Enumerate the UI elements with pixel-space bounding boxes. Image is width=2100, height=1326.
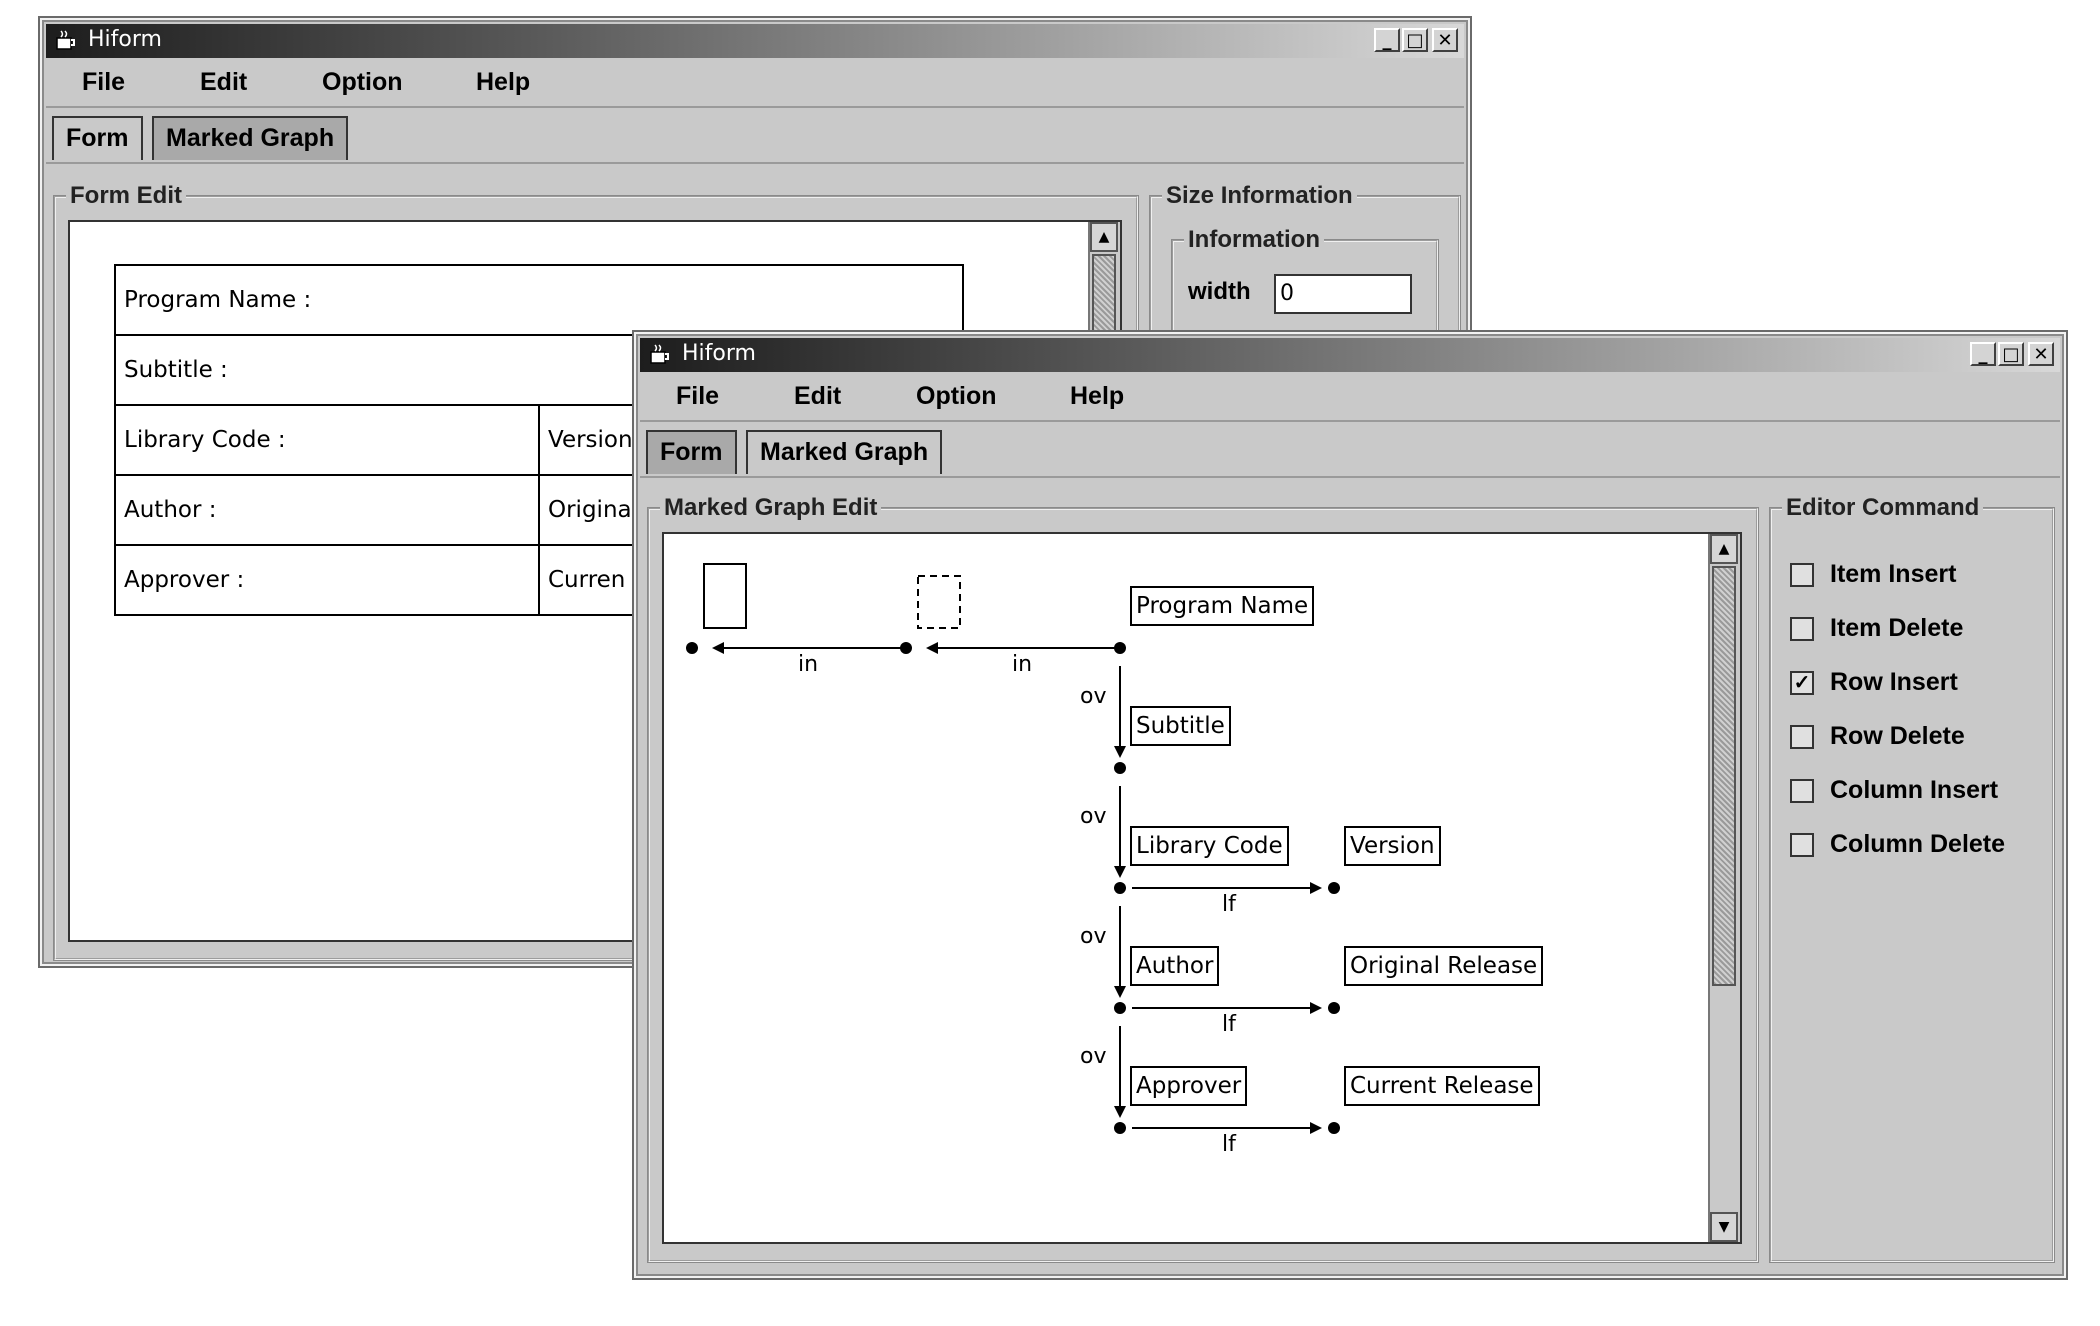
maximize-icon[interactable]: □ bbox=[1402, 28, 1428, 52]
edge-label-ov: ov bbox=[1080, 684, 1107, 709]
place-dot[interactable] bbox=[1328, 1122, 1340, 1134]
back-title-bar[interactable]: Hiform _ □ ✕ bbox=[46, 24, 1464, 58]
checkbox-label: Column Delete bbox=[1830, 830, 2006, 858]
node-subtitle[interactable]: Subtitle bbox=[1130, 706, 1231, 746]
node-current-release[interactable]: Current Release bbox=[1344, 1066, 1540, 1106]
close-icon[interactable]: ✕ bbox=[1432, 28, 1458, 52]
checkbox-label: Row Insert bbox=[1830, 668, 1958, 696]
editor-command-title: Editor Command bbox=[1782, 494, 1984, 522]
editor-command-group: Editor Command Item Insert Item Delete ✓… bbox=[1770, 494, 2054, 1262]
checkmark-icon[interactable]: ✓ bbox=[1790, 670, 1814, 695]
checkbox-label: Row Delete bbox=[1830, 722, 1965, 750]
maximize-icon[interactable]: □ bbox=[1998, 342, 2024, 366]
node-original-release[interactable]: Original Release bbox=[1344, 946, 1544, 986]
minimize-icon[interactable]: _ bbox=[1970, 342, 1996, 366]
item-placeholder-dashed[interactable] bbox=[917, 575, 961, 629]
node-library-code[interactable]: Library Code bbox=[1130, 826, 1289, 866]
menu-file[interactable]: File bbox=[82, 68, 125, 97]
checkbox-row-insert[interactable]: ✓ Row Insert bbox=[1790, 668, 1958, 697]
edge-label-lf: lf bbox=[1222, 1132, 1236, 1157]
menu-help[interactable]: Help bbox=[476, 68, 530, 97]
form-cell-program-name[interactable]: Program Name : bbox=[114, 264, 964, 336]
checkbox-column-insert[interactable]: Column Insert bbox=[1790, 776, 1998, 805]
graph-scrollbar[interactable]: ▲ ▼ bbox=[1708, 534, 1740, 1242]
checkbox-icon[interactable] bbox=[1790, 724, 1814, 749]
scroll-thumb[interactable] bbox=[1092, 254, 1116, 334]
back-tab-row: Form Marked Graph bbox=[46, 108, 1464, 164]
front-tab-row: Form Marked Graph bbox=[640, 422, 2060, 478]
menu-edit[interactable]: Edit bbox=[200, 68, 247, 97]
edge-label-ov: ov bbox=[1080, 1044, 1107, 1069]
place-dot[interactable] bbox=[1114, 882, 1126, 894]
place-dot[interactable] bbox=[1328, 1002, 1340, 1014]
back-window-title: Hiform bbox=[88, 27, 162, 52]
minimize-icon[interactable]: _ bbox=[1374, 28, 1400, 52]
place-dot[interactable] bbox=[900, 642, 912, 654]
checkbox-item-insert[interactable]: Item Insert bbox=[1790, 560, 1956, 589]
checkbox-icon[interactable] bbox=[1790, 832, 1814, 857]
graph-edges bbox=[686, 563, 1340, 1134]
edge-label-in: in bbox=[1012, 652, 1033, 677]
checkbox-icon[interactable] bbox=[1790, 778, 1814, 803]
front-title-bar[interactable]: Hiform _ □ ✕ bbox=[640, 338, 2060, 372]
form-cell-author[interactable]: Author : bbox=[114, 474, 540, 546]
checkbox-label: Item Insert bbox=[1830, 560, 1957, 588]
edge-label-ov: ov bbox=[1080, 924, 1107, 949]
table-row: Program Name : bbox=[114, 264, 964, 336]
size-information-title: Size Information bbox=[1162, 182, 1357, 210]
place-dot[interactable] bbox=[1114, 1122, 1126, 1134]
form-cell-library-code[interactable]: Library Code : bbox=[114, 404, 540, 476]
place-dot[interactable] bbox=[1328, 882, 1340, 894]
marked-graph-canvas[interactable]: Program Name Subtitle Library Code Versi… bbox=[662, 532, 1742, 1244]
edge-label-ov: ov bbox=[1080, 804, 1107, 829]
java-cup-icon bbox=[650, 344, 669, 364]
item-placeholder-solid[interactable] bbox=[703, 563, 747, 629]
menu-file[interactable]: File bbox=[676, 382, 719, 411]
scroll-up-icon[interactable]: ▲ bbox=[1710, 534, 1738, 564]
node-approver[interactable]: Approver bbox=[1130, 1066, 1248, 1106]
checkbox-label: Column Insert bbox=[1830, 776, 1999, 804]
menu-edit[interactable]: Edit bbox=[794, 382, 841, 411]
checkbox-icon[interactable] bbox=[1790, 616, 1814, 641]
place-dot[interactable] bbox=[1114, 642, 1126, 654]
edge-label-lf: lf bbox=[1222, 1012, 1236, 1037]
place-dot[interactable] bbox=[686, 642, 698, 654]
information-title: Information bbox=[1184, 226, 1324, 254]
front-window: Hiform _ □ ✕ File Edit Option Help Form … bbox=[632, 330, 2068, 1280]
tab-form[interactable]: Form bbox=[52, 116, 143, 160]
tab-marked-graph[interactable]: Marked Graph bbox=[152, 116, 349, 160]
checkbox-row-delete[interactable]: Row Delete bbox=[1790, 722, 1965, 751]
node-author[interactable]: Author bbox=[1130, 946, 1220, 986]
edge-label-lf: lf bbox=[1222, 892, 1236, 917]
node-version[interactable]: Version bbox=[1344, 826, 1441, 866]
menu-option[interactable]: Option bbox=[322, 68, 403, 97]
checkbox-item-delete[interactable]: Item Delete bbox=[1790, 614, 1963, 643]
checkbox-icon[interactable] bbox=[1790, 562, 1814, 587]
node-program-name[interactable]: Program Name bbox=[1130, 586, 1315, 626]
place-dot[interactable] bbox=[1114, 1002, 1126, 1014]
marked-graph-edit-title: Marked Graph Edit bbox=[660, 494, 882, 522]
width-label: width bbox=[1188, 278, 1251, 305]
front-menu-bar: File Edit Option Help bbox=[640, 374, 2060, 422]
form-cell-approver[interactable]: Approver : bbox=[114, 544, 540, 616]
scroll-down-icon[interactable]: ▼ bbox=[1710, 1212, 1738, 1242]
back-menu-bar: File Edit Option Help bbox=[46, 60, 1464, 108]
edge-label-in: in bbox=[798, 652, 819, 677]
form-edit-title: Form Edit bbox=[66, 182, 186, 210]
java-cup-icon bbox=[56, 30, 75, 50]
tab-marked-graph[interactable]: Marked Graph bbox=[746, 430, 943, 474]
checkbox-label: Item Delete bbox=[1830, 614, 1964, 642]
close-icon[interactable]: ✕ bbox=[2028, 342, 2054, 366]
scroll-thumb[interactable] bbox=[1712, 566, 1736, 986]
front-window-title: Hiform bbox=[682, 341, 756, 366]
marked-graph-edit-group: Marked Graph Edit Program Name Subtitle … bbox=[648, 494, 1758, 1262]
menu-option[interactable]: Option bbox=[916, 382, 997, 411]
scroll-up-icon[interactable]: ▲ bbox=[1090, 222, 1118, 252]
width-input[interactable]: 0 bbox=[1274, 274, 1412, 314]
checkbox-column-delete[interactable]: Column Delete bbox=[1790, 830, 2005, 859]
menu-help[interactable]: Help bbox=[1070, 382, 1124, 411]
tab-form[interactable]: Form bbox=[646, 430, 737, 474]
place-dot[interactable] bbox=[1114, 762, 1126, 774]
